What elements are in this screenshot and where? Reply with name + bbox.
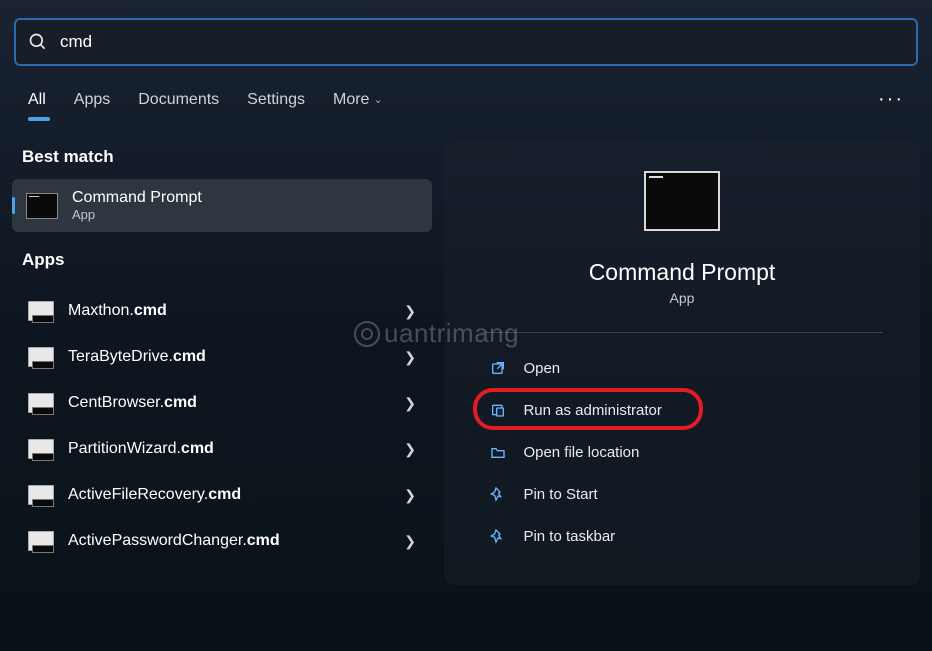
app-item[interactable]: CentBrowser.cmd ❯ (12, 380, 432, 426)
details-panel: Command Prompt App Open Run as administr… (444, 141, 920, 585)
cmd-file-icon (28, 393, 54, 413)
apps-list: Maxthon.cmd❯TeraByteDrive.cmd❯CentBrowse… (12, 282, 432, 564)
actions-list: Open Run as administrator Open file loca… (481, 349, 882, 555)
best-match-item[interactable]: Command Prompt App (12, 179, 432, 232)
pin-icon (489, 527, 507, 545)
search-bar[interactable] (14, 18, 918, 66)
action-pin-start[interactable]: Pin to Start (481, 475, 882, 513)
app-item[interactable]: Maxthon.cmd ❯ (12, 288, 432, 334)
action-run-admin[interactable]: Run as administrator (481, 391, 882, 429)
divider (481, 332, 882, 333)
cmd-file-icon (28, 301, 54, 321)
best-match-title: Command Prompt (72, 189, 202, 207)
app-item-label: ActiveFileRecovery.cmd (68, 486, 390, 504)
command-prompt-icon (26, 193, 58, 219)
pin-icon (489, 485, 507, 503)
action-open-location[interactable]: Open file location (481, 433, 882, 471)
app-item[interactable]: TeraByteDrive.cmd ❯ (12, 334, 432, 380)
action-open-label: Open (523, 360, 560, 377)
best-match-text: Command Prompt App (72, 189, 202, 222)
chevron-right-icon: ❯ (404, 303, 416, 320)
details-title: Command Prompt (589, 259, 776, 286)
search-input[interactable] (60, 32, 904, 52)
cmd-file-icon (28, 531, 54, 551)
action-open[interactable]: Open (481, 349, 882, 387)
tab-all[interactable]: All (28, 91, 46, 121)
tab-documents[interactable]: Documents (138, 91, 219, 121)
results-left-column: Best match Command Prompt App Apps Maxth… (12, 141, 432, 585)
cmd-file-icon (28, 485, 54, 505)
filter-tabs: All Apps Documents Settings More ⌄ ··· (0, 66, 932, 123)
chevron-right-icon: ❯ (404, 533, 416, 550)
folder-icon (489, 443, 507, 461)
section-best-match-title: Best match (12, 141, 432, 179)
app-item-label: CentBrowser.cmd (68, 394, 390, 412)
tab-more-label: More (333, 91, 369, 109)
app-item[interactable]: ActiveFileRecovery.cmd ❯ (12, 472, 432, 518)
action-pin-taskbar-label: Pin to taskbar (523, 528, 615, 545)
app-item[interactable]: PartitionWizard.cmd ❯ (12, 426, 432, 472)
action-run-admin-label: Run as administrator (523, 402, 661, 419)
chevron-right-icon: ❯ (404, 441, 416, 458)
action-open-location-label: Open file location (523, 444, 639, 461)
app-item-label: TeraByteDrive.cmd (68, 348, 390, 366)
best-match-subtitle: App (72, 207, 202, 222)
chevron-down-icon: ⌄ (373, 93, 382, 106)
shield-icon (489, 401, 507, 419)
tab-more[interactable]: More ⌄ (333, 91, 383, 121)
action-pin-taskbar[interactable]: Pin to taskbar (481, 517, 882, 555)
app-item-label: ActivePasswordChanger.cmd (68, 532, 390, 550)
cmd-file-icon (28, 439, 54, 459)
details-app-icon (644, 171, 720, 231)
app-item-label: Maxthon.cmd (68, 302, 390, 320)
tab-settings[interactable]: Settings (247, 91, 305, 121)
app-item-label: PartitionWizard.cmd (68, 440, 390, 458)
chevron-right-icon: ❯ (404, 395, 416, 412)
chevron-right-icon: ❯ (404, 349, 416, 366)
chevron-right-icon: ❯ (404, 487, 416, 504)
results-content: Best match Command Prompt App Apps Maxth… (0, 123, 932, 585)
open-icon (489, 359, 507, 377)
more-options-button[interactable]: ··· (878, 88, 904, 123)
cmd-file-icon (28, 347, 54, 367)
details-subtitle: App (670, 290, 695, 306)
section-apps-title: Apps (12, 232, 432, 282)
search-icon (28, 32, 48, 52)
action-pin-start-label: Pin to Start (523, 486, 597, 503)
app-item[interactable]: ActivePasswordChanger.cmd ❯ (12, 518, 432, 564)
tab-apps[interactable]: Apps (74, 91, 110, 121)
